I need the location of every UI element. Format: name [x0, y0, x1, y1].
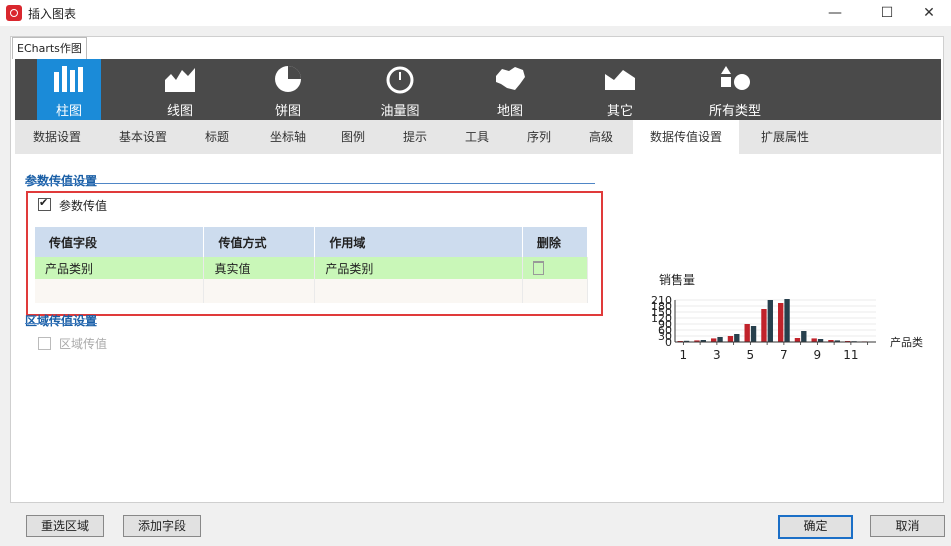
region-section-title: 区域传值设置: [25, 314, 98, 328]
tab-advanced[interactable]: 高级: [581, 120, 621, 154]
tab-axis[interactable]: 坐标轴: [261, 120, 315, 154]
maximize-button[interactable]: ☐: [864, 0, 910, 26]
chart-type-gauge[interactable]: 油量图: [365, 59, 435, 120]
bar: [761, 309, 767, 342]
section-divider: [25, 183, 595, 184]
settings-tab-bar: 数据设置 基本设置 标题 坐标轴 图例 提示 工具 序列 高级 数据传值设置 扩…: [15, 120, 941, 154]
add-field-button[interactable]: 添加字段: [123, 515, 201, 537]
tab-basic-settings[interactable]: 基本设置: [109, 120, 177, 154]
bar: [717, 337, 723, 342]
tab-series[interactable]: 序列: [519, 120, 559, 154]
bar: [734, 334, 740, 342]
tab-tools[interactable]: 工具: [457, 120, 497, 154]
chart-type-pie-chart[interactable]: 饼图: [253, 59, 323, 120]
app-icon: [6, 5, 22, 21]
chart-type-other[interactable]: 其它: [590, 59, 650, 120]
bar: [784, 299, 790, 342]
bar: [711, 338, 717, 342]
region-pass-checkbox[interactable]: [38, 337, 51, 350]
bar: [750, 326, 757, 342]
all-types-icon: [721, 66, 750, 90]
chart-type-all[interactable]: 所有类型: [695, 59, 775, 120]
ok-button[interactable]: 确定: [778, 515, 853, 539]
tab-title[interactable]: 标题: [197, 120, 237, 154]
bar: [801, 331, 807, 342]
close-button[interactable]: ✕: [906, 0, 951, 26]
section-divider: [25, 323, 97, 324]
tab-tooltip[interactable]: 提示: [395, 120, 435, 154]
chart-type-map[interactable]: 地图: [480, 59, 540, 120]
chart-svg: 销售量 产品类 21018015012090603001 3 5 7 9 11: [651, 272, 923, 362]
tab-extended-props[interactable]: 扩展属性: [751, 120, 819, 154]
chart-type-line-chart[interactable]: 线图: [145, 59, 215, 120]
highlight-box: [26, 191, 603, 316]
reselect-region-button[interactable]: 重选区域: [26, 515, 104, 537]
tab-data-settings[interactable]: 数据设置: [23, 120, 91, 154]
map-icon: [496, 67, 525, 90]
x-tick-label: 1: [680, 348, 688, 362]
other-chart-icon: [605, 70, 635, 90]
tab-legend[interactable]: 图例: [333, 120, 373, 154]
bar: [778, 303, 784, 342]
y-tick-label: 0: [665, 336, 672, 349]
cancel-button[interactable]: 取消: [870, 515, 945, 537]
tab-data-passing[interactable]: 数据传值设置: [633, 120, 739, 154]
chart-preview: 销售量 产品类 210 180 150 120 90 60 30 0 1 3 5 7 9 11: [640, 268, 940, 368]
bar: [811, 338, 817, 342]
x-tick-label: 3: [713, 348, 721, 362]
bar: [767, 300, 773, 342]
chart-title: 销售量: [659, 272, 695, 287]
tab-echarts[interactable]: ECharts作图: [12, 37, 87, 59]
gauge-icon: [386, 66, 414, 94]
bar: [794, 338, 801, 342]
chart-type-bar: 柱图 线图 饼图 油量图 地图 其它 所有类型: [15, 59, 941, 120]
minimize-button[interactable]: —: [812, 0, 858, 26]
x-tick-label: 11: [843, 348, 858, 362]
region-pass-label: 区域传值: [59, 337, 108, 351]
x-tick-label: 7: [780, 348, 788, 362]
param-section-title: 参数传值设置: [25, 174, 98, 188]
line-chart-icon: [165, 68, 195, 92]
bar-chart-icon: [54, 66, 83, 92]
x-tick-label: 5: [747, 348, 755, 362]
title-bar: 插入图表 — ☐ ✕: [0, 0, 951, 26]
x-tick-label: 9: [814, 348, 822, 362]
bar: [727, 336, 734, 342]
chart-type-bar-chart[interactable]: 柱图: [37, 59, 101, 120]
bar: [744, 324, 750, 342]
window-title: 插入图表: [28, 7, 77, 21]
pie-chart-icon: [275, 66, 301, 92]
chart-x-label: 产品类: [890, 335, 923, 349]
